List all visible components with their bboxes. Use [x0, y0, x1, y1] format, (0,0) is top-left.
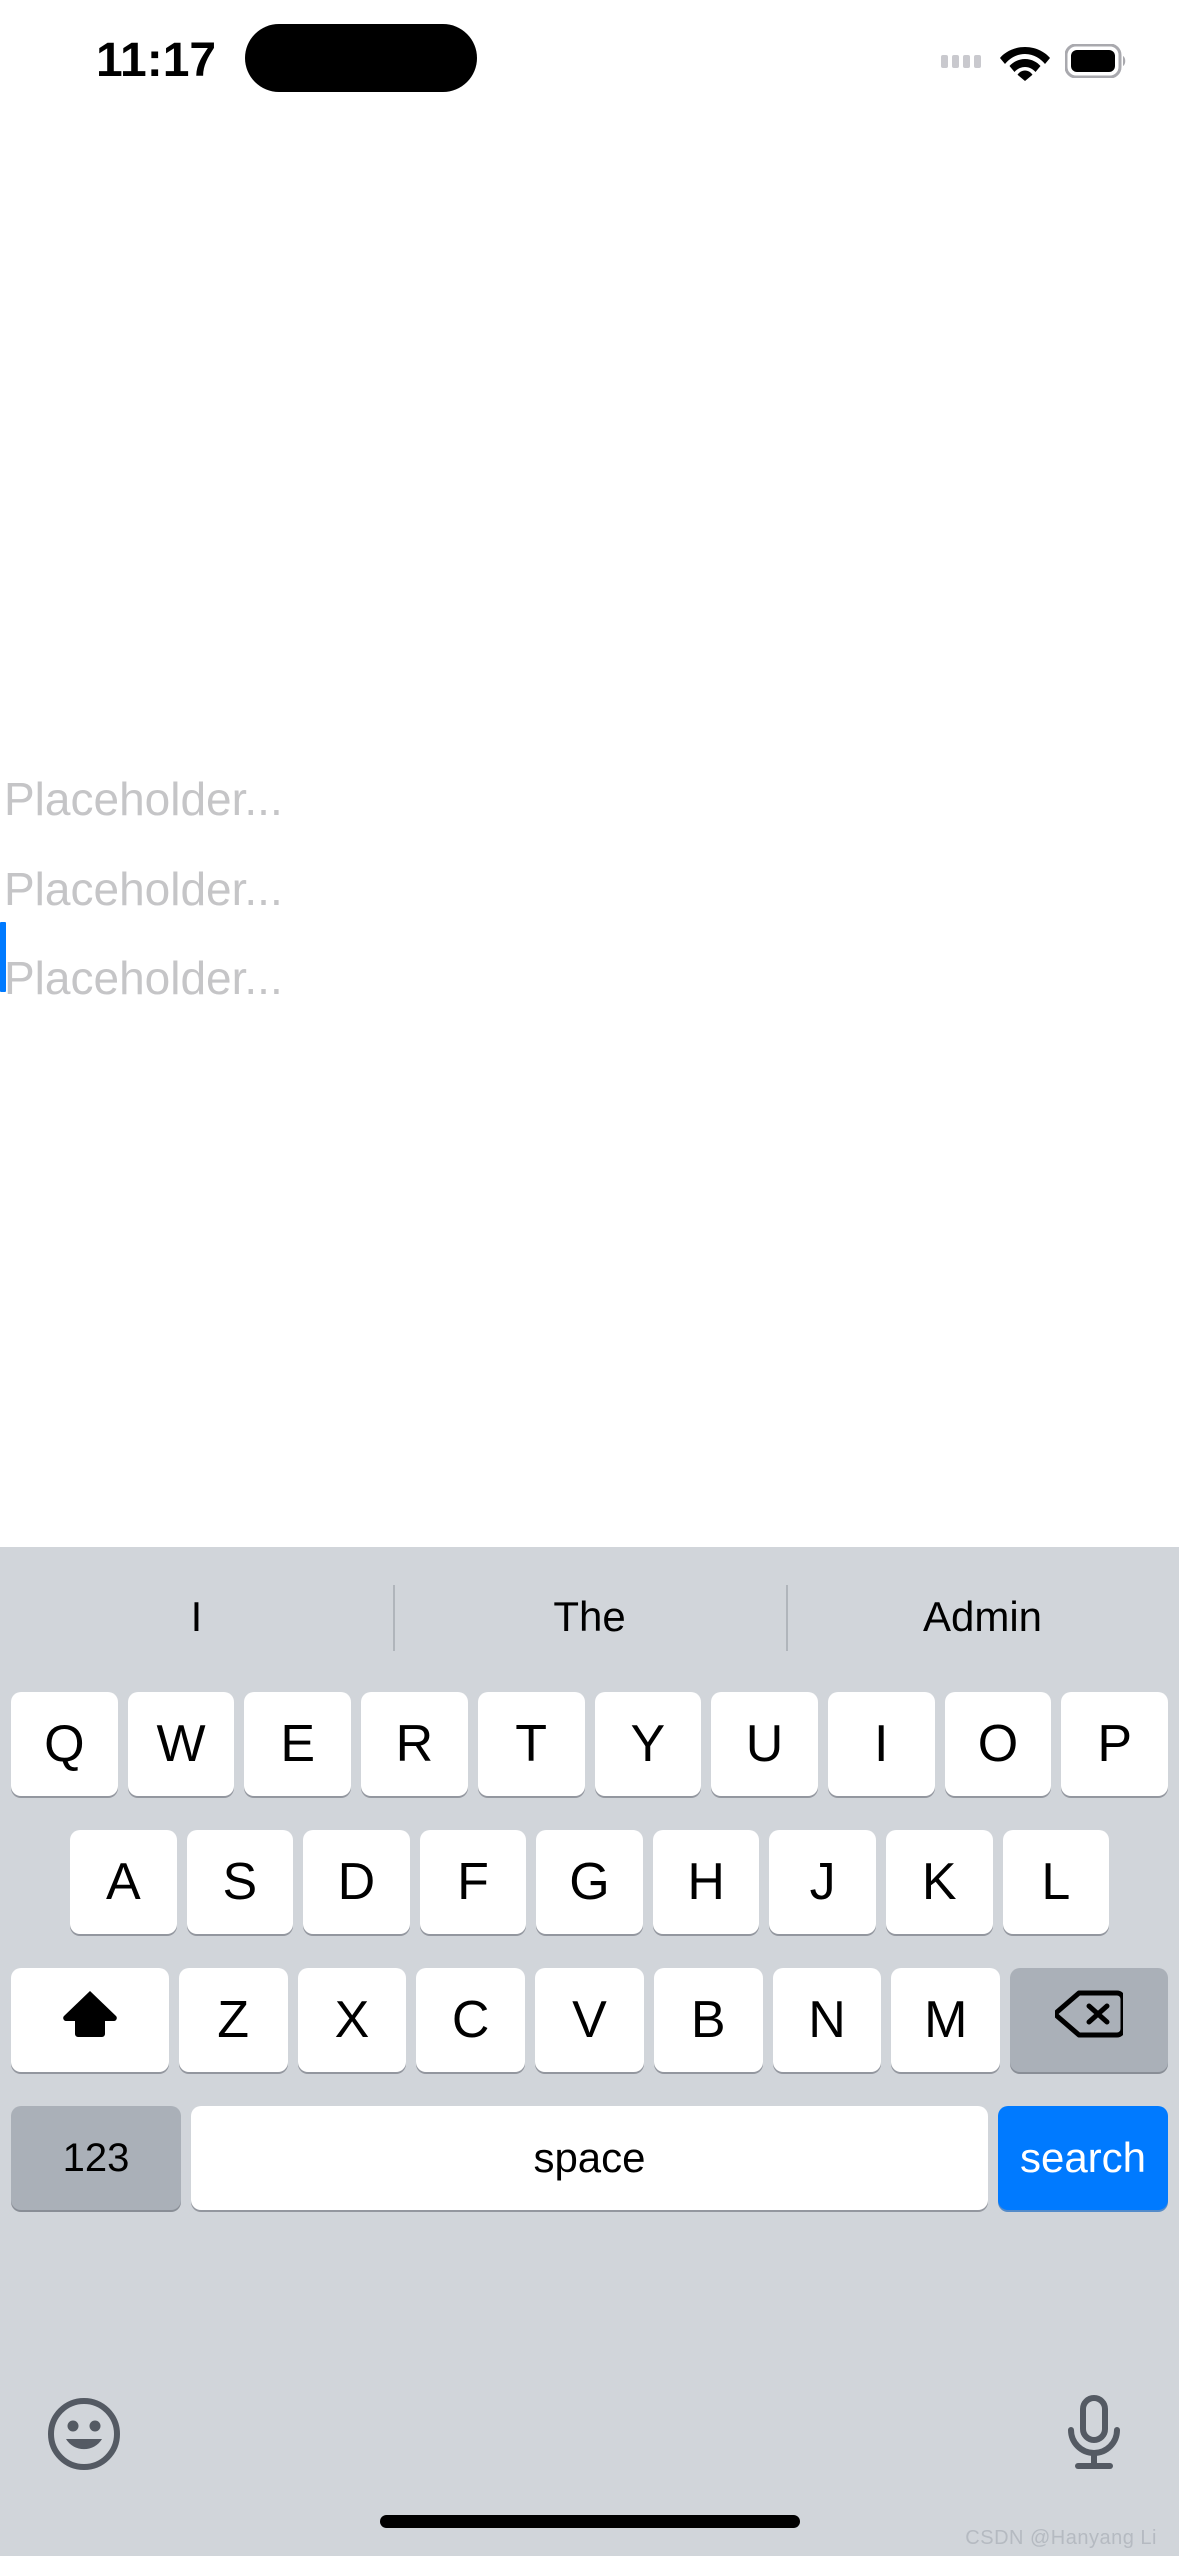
- content-area: Placeholder... Placeholder... Placeholde…: [0, 120, 1179, 1547]
- key-d[interactable]: D: [303, 1830, 410, 1934]
- key-j[interactable]: J: [769, 1830, 876, 1934]
- microphone-icon: [1059, 2395, 1129, 2478]
- key-a[interactable]: A: [70, 1830, 177, 1934]
- key-l[interactable]: L: [1002, 1830, 1110, 1934]
- key-k[interactable]: K: [885, 1830, 993, 1934]
- predictive-suggestion-bar: I The Admin: [0, 1547, 1179, 1687]
- key-t[interactable]: T: [477, 1692, 585, 1796]
- keyboard-row-3: Z X C V B N M: [0, 1968, 1179, 2072]
- key-v[interactable]: V: [535, 1968, 644, 2072]
- key-i[interactable]: I: [827, 1692, 935, 1796]
- suggestion-item-3[interactable]: Admin: [786, 1547, 1179, 1687]
- key-z[interactable]: Z: [178, 1968, 288, 2072]
- shift-key[interactable]: [11, 1968, 169, 2072]
- status-bar-indicators: [941, 36, 1127, 86]
- text-field-3-focused[interactable]: Placeholder...: [0, 932, 640, 1024]
- suggestion-item-2[interactable]: The: [393, 1547, 786, 1687]
- dynamic-island: [245, 24, 477, 92]
- keyboard-row-1: Q W E R T Y U I O P: [0, 1692, 1179, 1796]
- text-cursor: [0, 922, 6, 992]
- search-key[interactable]: search: [998, 2106, 1168, 2210]
- keyboard-row-2: A S D F G H J K L: [0, 1830, 1179, 1934]
- status-bar: 11:17: [0, 0, 1179, 120]
- backspace-key[interactable]: [1010, 1968, 1168, 2072]
- numbers-key[interactable]: 123: [11, 2106, 181, 2210]
- text-field-2[interactable]: Placeholder...: [0, 843, 640, 935]
- key-c[interactable]: C: [416, 1968, 526, 2072]
- shift-icon: [61, 1986, 119, 2055]
- dictation-key[interactable]: [1059, 2394, 1129, 2474]
- suggestion-item-1[interactable]: I: [0, 1547, 393, 1687]
- key-u[interactable]: U: [711, 1692, 818, 1796]
- emoji-key[interactable]: [46, 2396, 122, 2472]
- text-field-1-placeholder: Placeholder...: [4, 773, 283, 825]
- watermark: CSDN @Hanyang Li: [965, 2527, 1157, 2549]
- key-e[interactable]: E: [244, 1692, 352, 1796]
- text-field-1[interactable]: Placeholder...: [0, 753, 640, 845]
- key-w[interactable]: W: [127, 1692, 235, 1796]
- key-n[interactable]: N: [772, 1968, 882, 2072]
- wifi-icon: [999, 41, 1051, 81]
- signal-dots-icon: [941, 54, 981, 68]
- home-indicator[interactable]: [379, 2515, 800, 2528]
- emoji-smiley-icon: [46, 2398, 122, 2476]
- key-r[interactable]: R: [361, 1692, 468, 1796]
- key-p[interactable]: P: [1061, 1692, 1169, 1796]
- key-g[interactable]: G: [536, 1830, 643, 1934]
- key-h[interactable]: H: [652, 1830, 760, 1934]
- backspace-icon: [1053, 1989, 1126, 2052]
- text-field-2-placeholder: Placeholder...: [4, 863, 283, 915]
- iphone-screen: 11:17 Placeholder... Placeholder... Plac…: [0, 0, 1179, 2556]
- keyboard-utility-row: [0, 2390, 1179, 2500]
- key-y[interactable]: Y: [594, 1692, 702, 1796]
- battery-icon: [1065, 44, 1127, 78]
- key-s[interactable]: S: [186, 1830, 294, 1934]
- text-field-3-placeholder: Placeholder...: [4, 952, 283, 1004]
- key-m[interactable]: M: [891, 1968, 1001, 2072]
- key-o[interactable]: O: [944, 1692, 1052, 1796]
- space-key[interactable]: space: [191, 2106, 988, 2210]
- key-q[interactable]: Q: [11, 1692, 118, 1796]
- keyboard-row-4: 123 space search: [0, 2106, 1179, 2210]
- key-f[interactable]: F: [419, 1830, 527, 1934]
- key-x[interactable]: X: [297, 1968, 407, 2072]
- key-b[interactable]: B: [653, 1968, 763, 2072]
